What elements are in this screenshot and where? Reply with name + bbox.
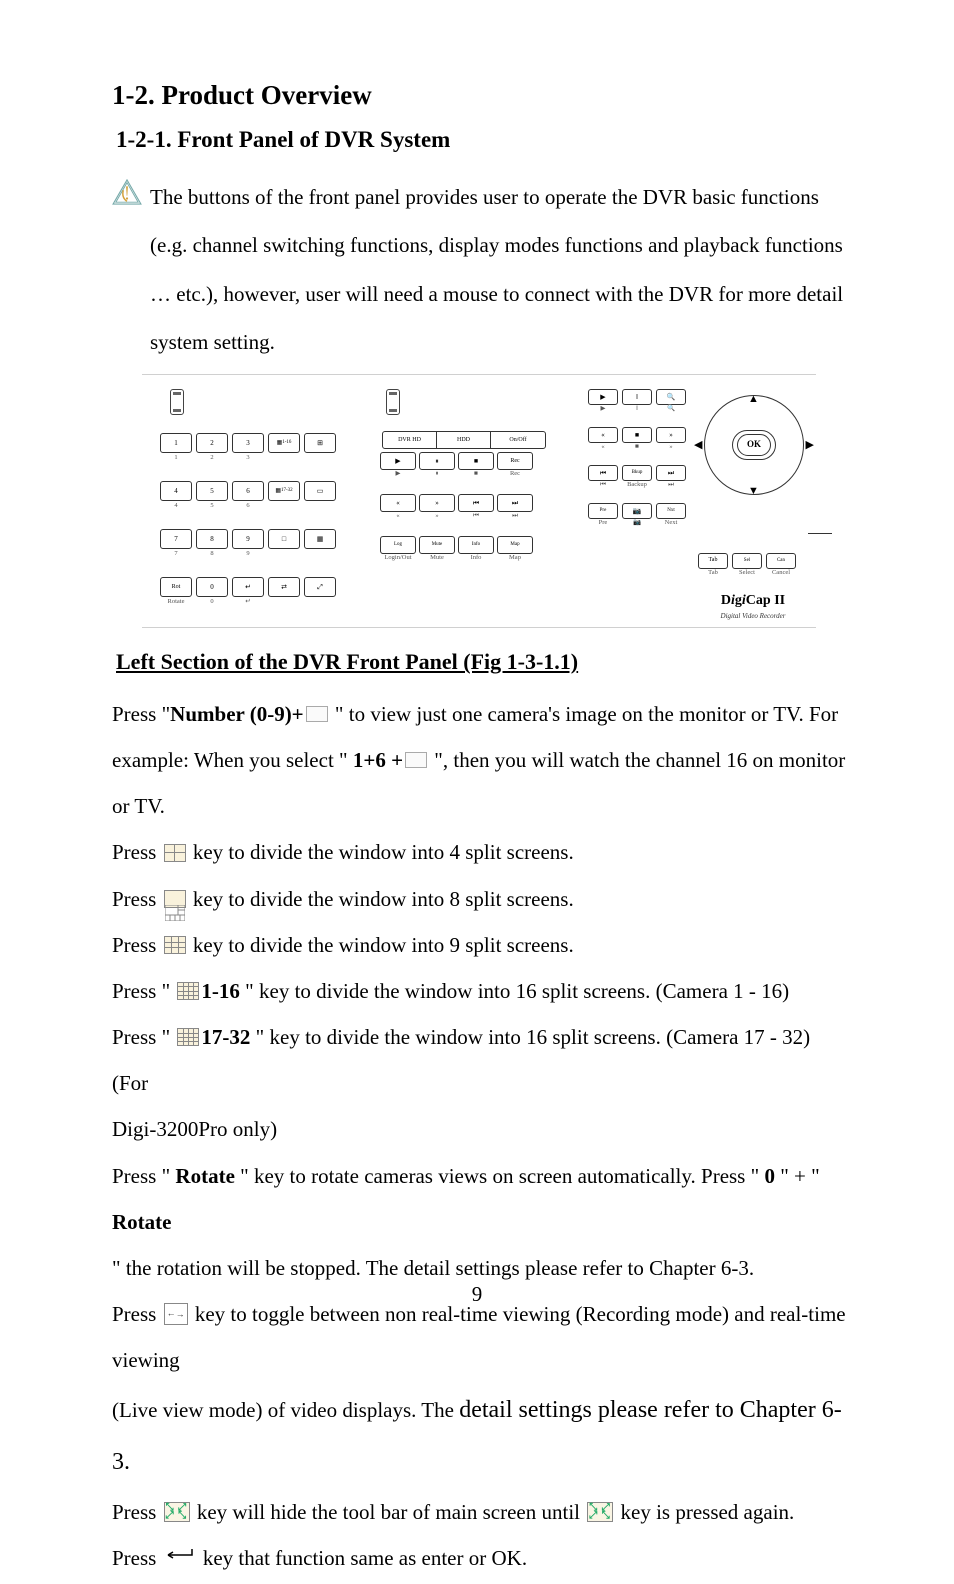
heading-left-section: Left Section of the DVR Front Panel (Fig… [112,648,846,677]
usb-port-icon [170,389,184,415]
body-text: Press "Number (0-9)+ " to view just one … [112,691,846,1584]
heading-product-overview: 1-2. Product Overview [112,78,846,113]
warning-icon [112,179,142,205]
intro-paragraph: The buttons of the front panel provides … [150,173,846,366]
key-icon-blank [405,752,427,768]
brand-subtitle: Digital Video Recorder [698,611,808,622]
playback-grid: ▶⏸■Rec ▶⏸■Rec «»⏮⏭ «»⏮⏭ LogMuteInfoMap L… [374,452,554,575]
hide-toolbar-icon: ⤡ ⤢⤢ ⤡ [587,1502,613,1522]
page-number: 9 [0,1279,954,1311]
dpad-control: OK ▲ ▼ ◀ ▶ [704,395,804,495]
brand-logo: DigiCap II [698,590,808,611]
split8-icon [164,890,186,908]
tab-select-cancel: TabSelCan TabSelectCancel [698,553,808,588]
key-icon-blank [306,706,328,722]
numpad-grid: 123▦1-16⊞ 123 456▦17-32▭ 456 789□▦ 789 R… [150,433,360,621]
enter-key-icon [164,1533,196,1579]
split16-icon [177,1028,199,1046]
split4-icon [164,844,186,862]
split9-icon [164,936,186,954]
usb-port-icon [386,389,400,415]
hide-toolbar-icon: ⤡ ⤢⤢ ⤡ [164,1502,190,1522]
heading-front-panel: 1-2-1. Front Panel of DVR System [112,125,846,155]
status-leds: DVR HDHDDOn/Off [382,431,546,449]
front-panel-figure: 123▦1-16⊞ 123 456▦17-32▭ 456 789□▦ 789 R… [142,374,816,628]
split16-icon [177,982,199,1000]
